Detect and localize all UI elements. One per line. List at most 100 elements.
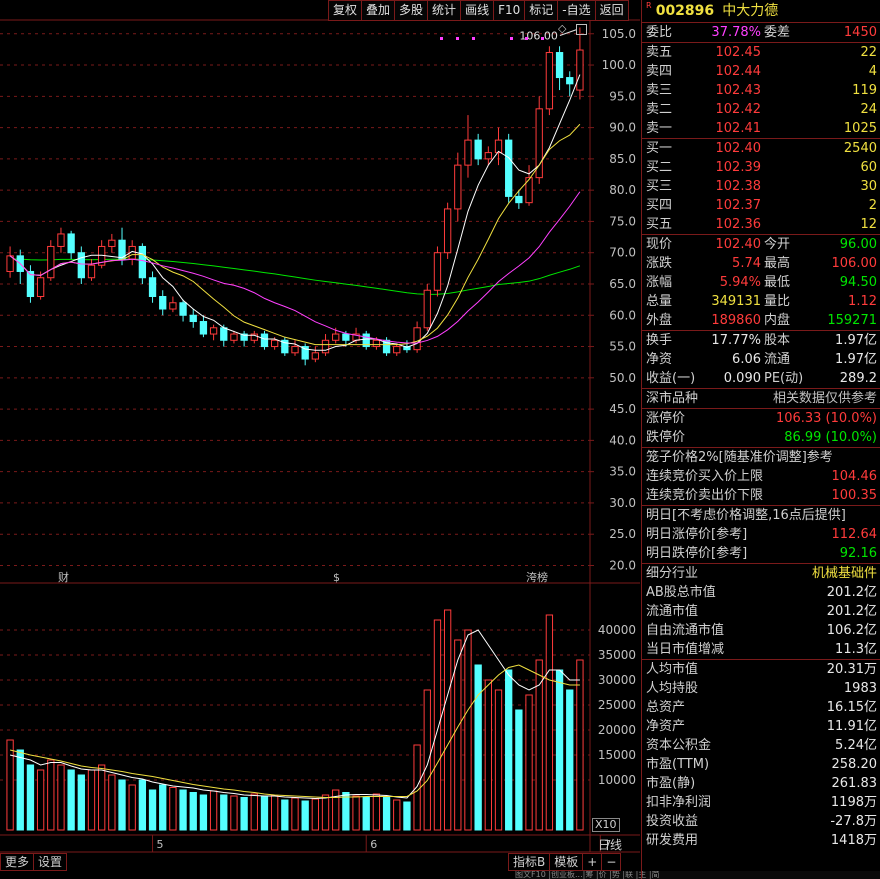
volume-bar[interactable] [240,797,248,831]
candle-body[interactable] [169,302,177,310]
indicator-button[interactable]: 指标B [508,853,551,871]
volume-bar[interactable] [148,789,157,831]
candle-body[interactable] [545,52,554,110]
toolbar-button-2[interactable]: 多股 [394,0,429,21]
volume-bar[interactable] [505,669,513,831]
candle-body[interactable] [260,333,269,348]
volume-bar[interactable] [566,689,574,831]
candle-body[interactable] [433,252,442,291]
event-tag-dollar[interactable]: $ [333,571,340,584]
volume-bar[interactable] [545,614,554,831]
volume-bar[interactable] [250,793,258,831]
volume-bar[interactable] [403,801,411,831]
volume-bar[interactable] [515,709,523,831]
toolbar-button-7[interactable]: -自选 [557,0,596,21]
candle-body[interactable] [454,164,462,210]
volume-bar[interactable] [67,769,75,831]
volume-bar[interactable] [362,797,370,831]
candle-body[interactable] [220,327,228,341]
candle-body[interactable] [291,346,299,354]
volume-bar[interactable] [484,679,492,831]
candle-body[interactable] [67,233,75,254]
template-button[interactable]: 模板 [549,853,584,871]
candle-body[interactable] [270,339,279,348]
volume-bar[interactable] [494,689,503,831]
stock-code[interactable]: 002896 [656,3,714,19]
candle-body[interactable] [576,49,584,91]
candle-body[interactable] [189,314,197,323]
candle-body[interactable] [464,139,472,166]
volume-bar[interactable] [281,799,289,831]
candle-body[interactable] [179,302,187,316]
toolbar-button-5[interactable]: F10 [493,0,526,21]
stock-name[interactable]: 中大力德 [722,3,778,19]
candle-body[interactable] [393,346,401,354]
volume-bar[interactable] [230,795,238,831]
candle-body[interactable] [413,327,421,351]
volume-bar[interactable] [47,759,55,831]
candle-body[interactable] [36,277,45,298]
candle-body[interactable] [209,327,218,335]
volume-bar[interactable] [372,793,381,831]
candle-body[interactable] [555,52,564,79]
candle-body[interactable] [515,195,523,204]
event-tag-list[interactable]: 洿榜 [526,571,548,584]
volume-bar[interactable] [108,774,116,831]
candle-body[interactable] [199,321,208,335]
volume-bar[interactable] [36,769,45,831]
toolbar-button-3[interactable]: 统计 [427,0,462,21]
volume-bar[interactable] [179,789,187,831]
volume-bar[interactable] [209,790,218,831]
candle-body[interactable] [148,277,157,298]
candle-body[interactable] [77,252,85,279]
volume-bar[interactable] [270,795,279,831]
volume-bar[interactable] [169,787,177,831]
toolbar-button-0[interactable]: 复权 [328,0,363,21]
volume-bar[interactable] [301,800,309,831]
event-tag-finance[interactable]: 财 [58,571,69,584]
candle-body[interactable] [47,245,55,279]
candle-body[interactable] [505,139,513,197]
volume-bar[interactable] [26,764,35,831]
volume-bar[interactable] [291,797,299,831]
volume-bar[interactable] [6,739,14,831]
volume-bar[interactable] [352,795,360,831]
kline-chart[interactable]: 105.0 100.0 95.0 90.0 85.0 80.0 75.0 70.0 65.0 60… [0,0,640,879]
candle-body[interactable] [57,233,65,247]
more-button[interactable]: 更多 [0,853,35,871]
volume-bar[interactable] [260,796,269,831]
volume-bar[interactable] [423,689,431,831]
candle-body[interactable] [6,255,14,272]
volume-bar[interactable] [433,619,442,831]
toolbar-button-6[interactable]: 标记 [524,0,559,21]
volume-bar[interactable] [16,749,24,831]
candle-body[interactable] [372,339,381,348]
volume-bar[interactable] [525,694,533,831]
volume-bar[interactable] [57,764,65,831]
volume-bar[interactable] [189,792,197,831]
volume-bar[interactable] [555,669,564,831]
toolbar-button-8[interactable]: 返回 [594,0,629,21]
candle-body[interactable] [159,296,167,310]
zoom-out-button[interactable]: − [601,853,622,871]
toolbar-button-4[interactable]: 画线 [460,0,495,21]
volume-bar[interactable] [464,629,472,831]
candle-body[interactable] [230,333,238,341]
industry-value[interactable]: 机械基础件 [812,564,877,583]
candle-body[interactable] [332,333,340,341]
candle-body[interactable] [108,239,116,247]
volume-bar[interactable] [382,796,391,831]
candle-body[interactable] [138,245,147,279]
volume-bar[interactable] [413,744,421,831]
volume-bar[interactable] [199,794,208,831]
candle-body[interactable] [494,139,503,154]
candle-body[interactable] [423,289,431,329]
volume-bar[interactable] [393,799,401,831]
window-toggle-icon[interactable] [576,24,587,35]
candle-body[interactable] [342,333,350,341]
candle-body[interactable] [484,152,492,160]
volume-bar[interactable] [128,784,136,831]
candle-body[interactable] [321,339,330,354]
candle-body[interactable] [566,77,574,85]
volume-bar[interactable] [98,764,106,831]
